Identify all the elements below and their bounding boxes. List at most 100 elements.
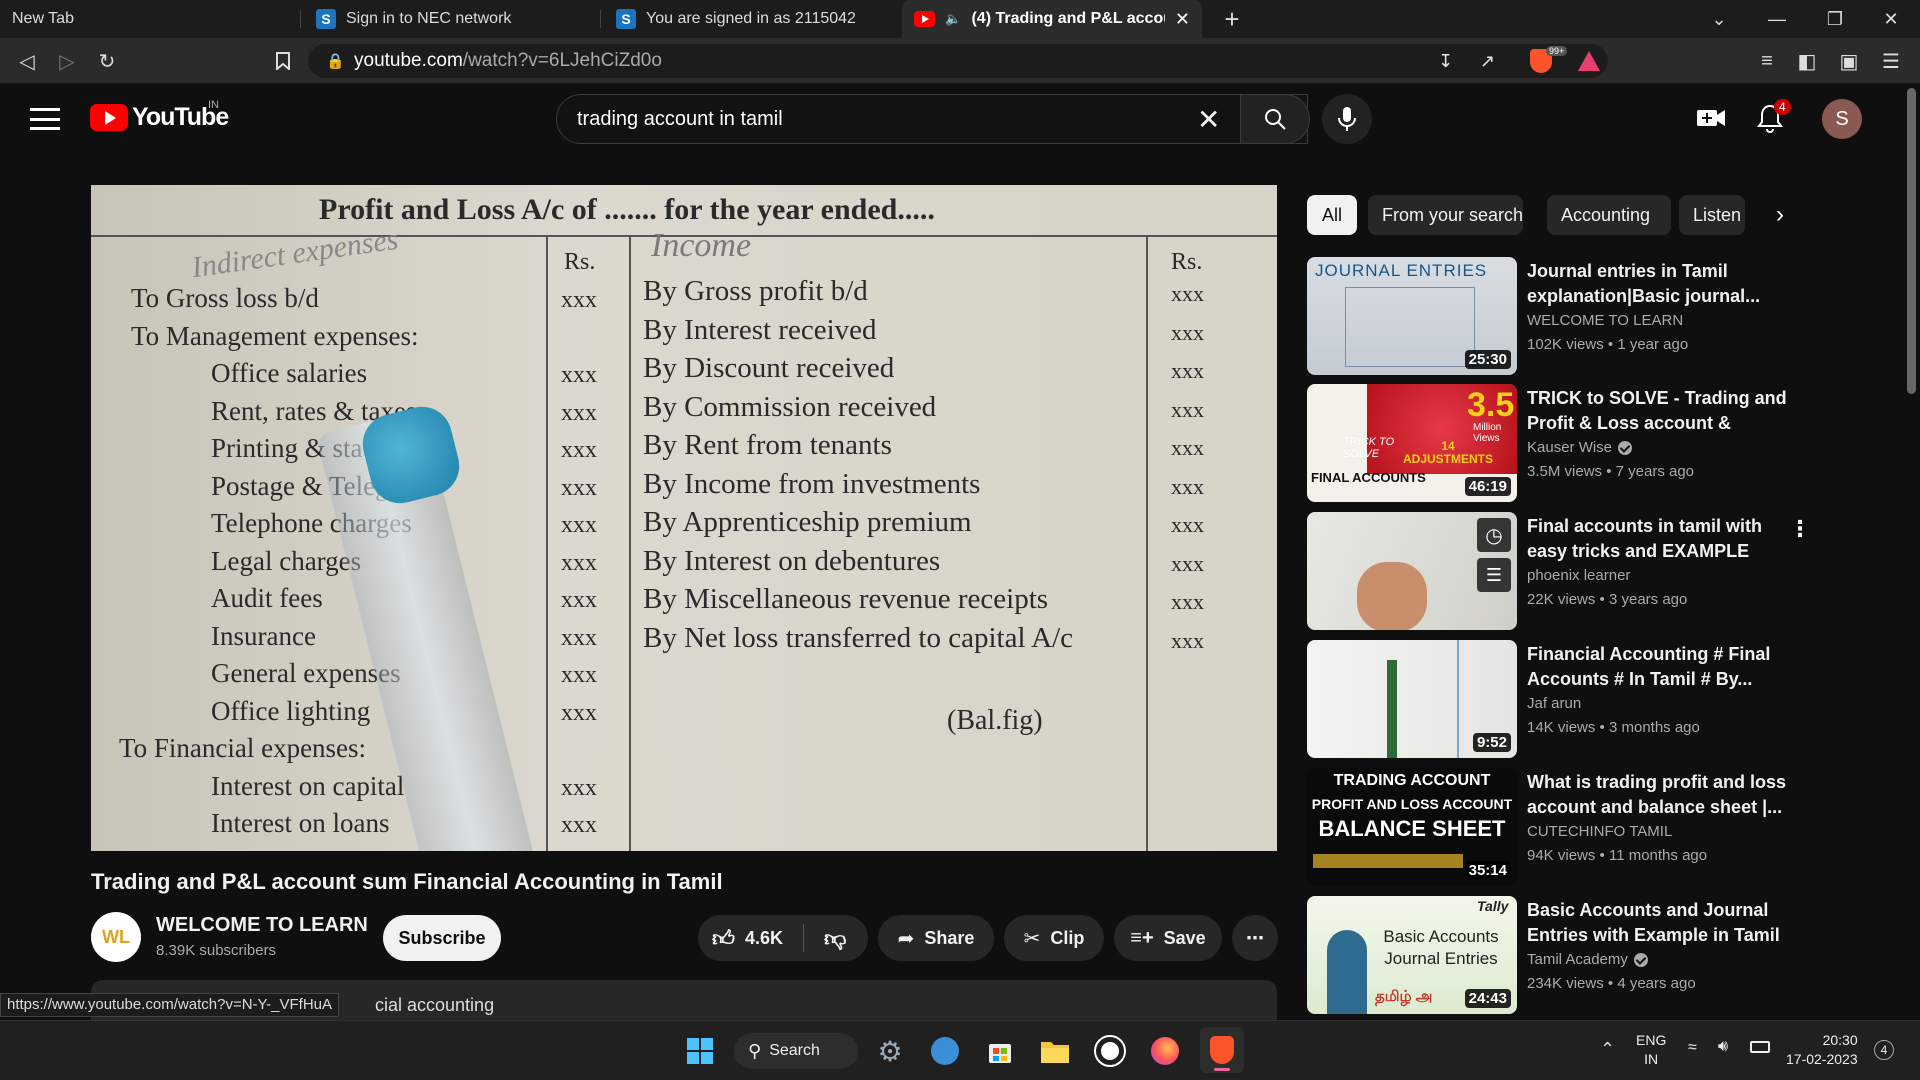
list-item[interactable]: Basic Accounts Journal Entries Tally தமி… [1307, 896, 1847, 1014]
address-bar[interactable]: 🔒 youtube.com/watch?v=6LJehCiZd0o ↧ ↗ 99… [308, 44, 1608, 78]
video-title[interactable]: TRICK to SOLVE - Trading and Profit & Lo… [1527, 386, 1797, 436]
channel-avatar[interactable]: WL [91, 912, 141, 962]
list-item[interactable]: TRADING ACCOUNT PROFIT AND LOSS ACCOUNT … [1307, 768, 1847, 886]
chip-accounting[interactable]: Accounting [1547, 195, 1671, 235]
list-item[interactable]: ◷ ☰ Final accounts in tamil with easy tr… [1307, 512, 1847, 630]
video-title[interactable]: Final accounts in tamil with easy tricks… [1527, 514, 1797, 564]
search-button[interactable] [1240, 94, 1310, 144]
forward-icon[interactable]: ▷ [52, 46, 82, 76]
region-code: IN [208, 99, 219, 111]
battery-icon[interactable] [1750, 1041, 1770, 1053]
save-button[interactable]: ≡+ Save [1114, 915, 1222, 961]
install-app-icon[interactable]: ↧ [1438, 51, 1453, 72]
windows-start-icon[interactable] [682, 1033, 718, 1069]
sidebar-toggle-icon[interactable]: ◧ [1792, 46, 1822, 76]
video-duration: 24:43 [1464, 989, 1511, 1008]
verified-icon [1633, 952, 1648, 967]
clock[interactable]: 20:30 17-02-2023 [1786, 1031, 1858, 1069]
share-button[interactable]: ➦ Share [878, 915, 994, 961]
youtube-play-icon [90, 104, 128, 131]
video-title[interactable]: Journal entries in Tamil explanation|Bas… [1527, 259, 1797, 309]
video-thumbnail[interactable]: 3.5 Million Views TRICK TO SOLVE 14 ADJU… [1307, 384, 1517, 502]
like-button[interactable]: 👍︎ 4.6K [712, 925, 783, 952]
video-player[interactable]: Profit and Loss A/c of ....... for the y… [91, 185, 1277, 851]
video-title[interactable]: Financial Accounting # Final Accounts # … [1527, 642, 1797, 692]
github-icon[interactable] [1092, 1033, 1128, 1069]
more-actions-icon[interactable]: ⋯ [1232, 915, 1278, 961]
show-hidden-icons-chevron-icon[interactable]: ⌃ [1600, 1039, 1615, 1060]
dislike-button[interactable]: 👎︎ [824, 925, 846, 952]
clip-button[interactable]: ✂ Clip [1004, 915, 1104, 961]
hamburger-menu-icon[interactable] [30, 105, 60, 133]
youtube-logo[interactable]: YouTube IN [90, 99, 229, 132]
channel-name[interactable]: phoenix learner [1527, 567, 1630, 584]
channel-name[interactable]: Kauser Wise [1527, 439, 1633, 456]
create-video-icon[interactable] [1696, 105, 1726, 136]
video-title[interactable]: Basic Accounts and Journal Entries with … [1527, 898, 1797, 948]
video-thumbnail[interactable]: 9:52 [1307, 640, 1517, 758]
video-thumbnail[interactable]: JOURNAL ENTRIES 25:30 [1307, 257, 1517, 375]
channel-name[interactable]: CUTECHINFO TAMIL [1527, 823, 1672, 840]
taskbar-search-button[interactable]: ⚲ Search [734, 1033, 858, 1069]
get-help-icon[interactable] [927, 1033, 963, 1069]
list-item[interactable]: 9:52 Financial Accounting # Final Accoun… [1307, 640, 1847, 758]
voice-search-button[interactable] [1322, 94, 1372, 144]
new-tab-button[interactable]: + [1212, 0, 1252, 38]
clear-search-icon[interactable]: ✕ [1197, 103, 1220, 136]
close-window-button[interactable]: ✕ [1862, 0, 1920, 38]
volume-icon[interactable]: 🔊︎ [1718, 1038, 1728, 1056]
chip-from-your-search[interactable]: From your search [1368, 195, 1523, 235]
video-meta: 3.5M views • 7 years ago [1527, 463, 1695, 480]
brave-rewards-icon[interactable] [1578, 51, 1600, 71]
avatar[interactable]: S [1822, 99, 1862, 139]
chip-all[interactable]: All [1307, 195, 1357, 235]
add-to-queue-icon[interactable]: ☰ [1477, 558, 1511, 592]
reload-icon[interactable]: ↻ [92, 46, 122, 76]
file-explorer-icon[interactable] [1037, 1033, 1073, 1069]
share-page-icon[interactable]: ↗ [1480, 51, 1495, 72]
notifications-bell-icon[interactable]: 4 [1756, 99, 1791, 133]
microsoft-store-icon[interactable] [982, 1033, 1018, 1069]
brave-browser-icon[interactable] [1200, 1027, 1244, 1073]
back-icon[interactable]: ◁ [12, 46, 42, 76]
list-item[interactable]: JOURNAL ENTRIES 25:30 Journal entries in… [1307, 257, 1847, 375]
wifi-icon[interactable]: ≈ [1688, 1039, 1697, 1057]
tab-signed-in[interactable]: S You are signed in as 2115042 [604, 0, 900, 38]
tab-new-tab[interactable]: New Tab [0, 0, 300, 38]
tab-nec-signin[interactable]: S Sign in to NEC network [304, 0, 600, 38]
maximize-button[interactable]: ❐ [1806, 0, 1864, 38]
channel-name[interactable]: Tamil Academy [1527, 951, 1648, 968]
more-options-icon[interactable]: ⋮ [1789, 516, 1811, 542]
lock-icon: 🔒 [326, 53, 345, 70]
scrollbar-thumb[interactable] [1907, 88, 1916, 394]
thumbnail-text: BALANCE SHEET [1318, 816, 1506, 841]
chip-listen[interactable]: Listen [1679, 195, 1745, 235]
table-column-rule [546, 235, 548, 851]
channel-name[interactable]: WELCOME TO LEARN [156, 914, 368, 937]
minimize-button[interactable]: — [1748, 0, 1806, 38]
tab-list-chevron-icon[interactable]: ⌄ [1690, 0, 1748, 38]
bookmark-icon[interactable] [268, 46, 298, 76]
table-column-rule [629, 235, 631, 851]
notification-center-badge[interactable]: 4 [1874, 1040, 1894, 1060]
list-item[interactable]: 3.5 Million Views TRICK TO SOLVE 14 ADJU… [1307, 384, 1847, 502]
channel-label: phoenix learner [1527, 567, 1631, 584]
channel-name[interactable]: WELCOME TO LEARN [1527, 312, 1683, 329]
wallet-icon[interactable]: ▣ [1834, 46, 1864, 76]
watch-later-clock-icon[interactable]: ◷ [1477, 518, 1511, 552]
tab-close-icon[interactable]: ✕ [1175, 9, 1190, 30]
reading-list-icon[interactable]: ≡ [1752, 46, 1782, 76]
browser-menu-icon[interactable]: ☰ [1876, 46, 1906, 76]
input-language[interactable]: ENG IN [1636, 1031, 1666, 1069]
video-thumbnail[interactable]: Basic Accounts Journal Entries Tally தமி… [1307, 896, 1517, 1014]
video-thumbnail[interactable]: TRADING ACCOUNT PROFIT AND LOSS ACCOUNT … [1307, 768, 1517, 886]
channel-name[interactable]: Jaf arun [1527, 695, 1581, 712]
firefox-icon[interactable] [1147, 1033, 1183, 1069]
tab-youtube-active[interactable]: 🔈 (4) Trading and P&L account su ✕ [902, 0, 1202, 38]
subscribe-button[interactable]: Subscribe [383, 915, 501, 961]
video-title[interactable]: What is trading profit and loss account … [1527, 770, 1797, 820]
chips-next-chevron-icon[interactable]: › [1760, 195, 1800, 235]
video-thumbnail[interactable]: ◷ ☰ [1307, 512, 1517, 630]
search-input[interactable]: trading account in tamil ✕ [556, 94, 1308, 144]
settings-gear-icon[interactable]: ⚙ [872, 1033, 908, 1069]
